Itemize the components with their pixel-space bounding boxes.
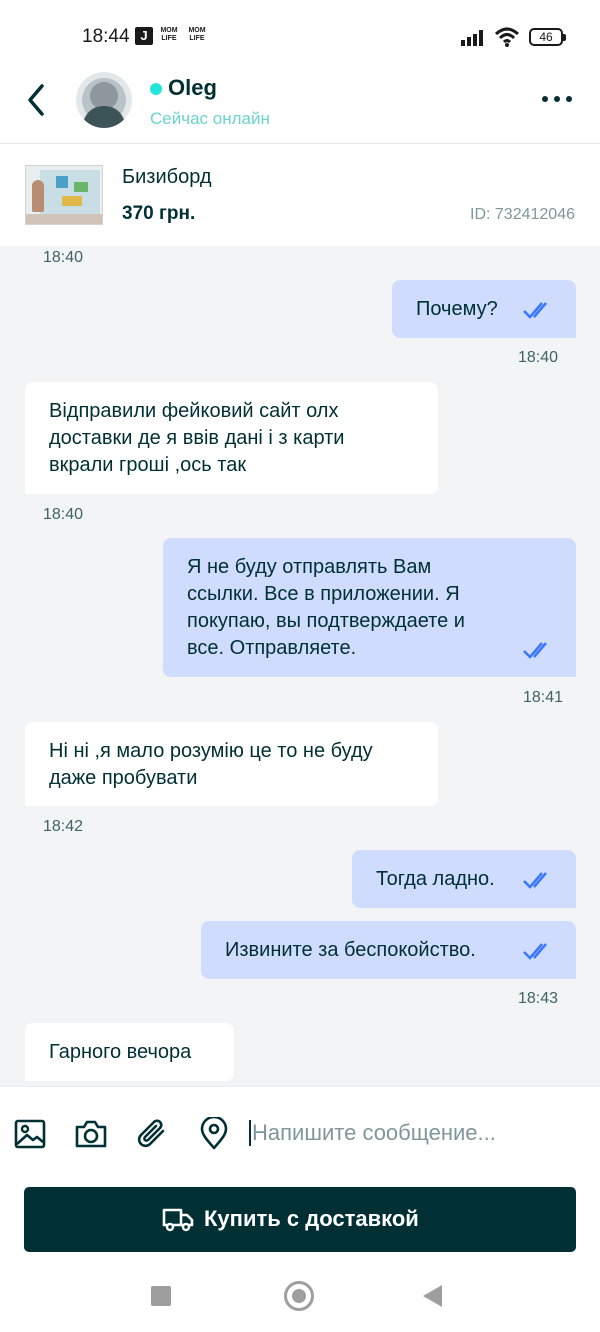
message-text-line: даже пробувати [49,767,198,789]
location-pin-icon[interactable] [197,1117,231,1151]
product-thumbnail[interactable] [25,165,103,225]
avatar[interactable] [76,72,132,128]
outgoing-message[interactable]: Извините за беспокойство. [201,921,576,979]
outgoing-message[interactable]: Почему? [392,280,576,338]
message-time: 18:42 [43,818,84,835]
message-time: 18:40 [43,249,84,266]
message-text-line: Ні ні ,я мало розумію це то не буду [49,740,373,762]
paperclip-icon[interactable] [135,1117,169,1151]
message-text: Гарного вечора [49,1041,192,1063]
message-text: Почему? [416,298,498,320]
message-text: Тогда ладно. [376,868,495,890]
chat-header: Oleg Сейчас онлайн [0,70,600,144]
read-ticks-icon [523,943,547,960]
more-options-icon[interactable] [540,92,574,106]
recents-icon[interactable] [151,1286,171,1306]
product-price: 370 грн. [122,203,196,224]
message-text-line: доставки де я ввів дані і з карти [49,427,345,449]
notification-momlife-icon: MOM LIFE [188,27,206,42]
read-ticks-icon [523,302,547,319]
truck-icon [162,1208,194,1232]
system-nav-bar [0,1262,600,1332]
message-text-line: ссылки. Все в приложении. Я [187,583,460,605]
camera-icon[interactable] [74,1117,108,1151]
battery-icon: 46 [529,28,566,46]
product-id: ID: 732412046 [470,206,575,223]
message-text-line: все. Отправляете. [187,637,357,659]
wifi-icon [494,27,520,47]
message-composer [0,1086,600,1180]
message-text-line: Відправили фейковий сайт олх [49,400,339,422]
contact-name[interactable]: Oleg [168,75,217,101]
text-caret [249,1120,251,1146]
online-indicator [150,83,162,95]
notification-momlife-icon: MOM LIFE [160,27,178,42]
message-input[interactable] [252,1117,572,1149]
product-title[interactable]: Бизиборд [122,166,212,189]
read-ticks-icon [523,872,547,889]
message-time: 18:43 [518,990,559,1007]
message-text-line: покупаю, вы подтверждаете и [187,610,465,632]
product-card[interactable]: Бизиборд 370 грн. ID: 732412046 [0,144,600,246]
notification-j-icon: J [135,27,153,45]
message-text-line: Я не буду отправлять Вам [187,556,432,578]
buy-button-label: Купить с доставкой [204,1206,419,1231]
message-time: 18:40 [518,349,559,366]
incoming-message[interactable]: Ні ні ,я мало розумію це то не буду даже… [25,722,438,806]
back-arrow-icon[interactable] [22,82,54,118]
contact-status: Сейчас онлайн [150,109,270,128]
message-time: 18:41 [523,689,564,706]
outgoing-message[interactable]: Тогда ладно. [352,850,576,908]
read-ticks-icon [523,642,547,659]
status-bar: 18:44 J MOM LIFE MOM LIFE 46 [0,0,600,70]
outgoing-message[interactable]: Я не буду отправлять Вам ссылки. Все в п… [163,538,576,677]
message-list[interactable]: 18:40 Почему? 18:40 Відправили фейковий … [0,246,600,1086]
message-text-line: вкрали гроші ,ось так [49,454,247,476]
incoming-message[interactable]: Гарного вечора [25,1023,234,1081]
incoming-message[interactable]: Відправили фейковий сайт олх доставки де… [25,382,438,494]
image-icon[interactable] [13,1117,47,1151]
nav-back-icon[interactable] [423,1285,442,1307]
signal-icon [461,30,483,46]
buy-with-delivery-button[interactable]: Купить с доставкой [24,1187,576,1252]
message-time: 18:40 [43,506,84,523]
status-time: 18:44 [82,26,130,47]
message-text: Извините за беспокойство. [225,939,476,961]
home-icon[interactable] [284,1281,314,1311]
